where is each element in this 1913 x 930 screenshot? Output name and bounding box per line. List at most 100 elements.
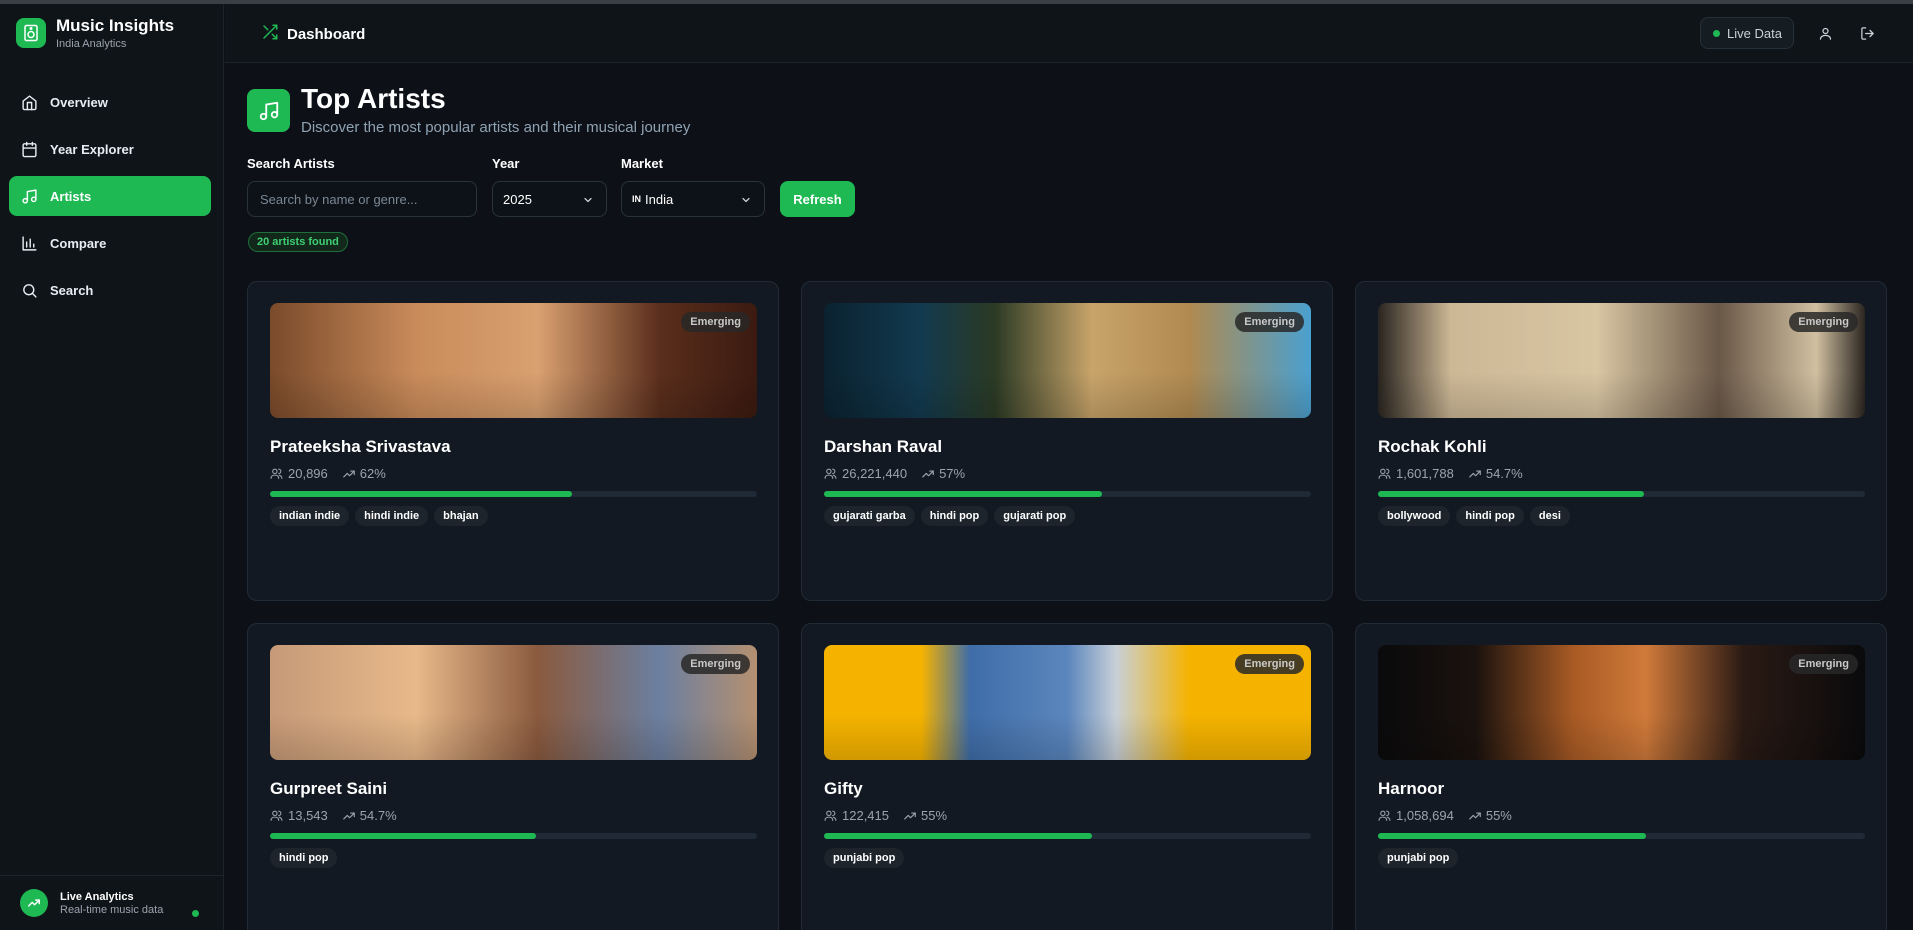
user-icon[interactable] [1816, 24, 1834, 42]
music-note-icon [20, 187, 38, 205]
popularity-bar [824, 491, 1311, 497]
genre-tags: gujarati garba hindi pop gujarati pop [824, 506, 1081, 526]
popularity-bar-fill [1378, 491, 1645, 497]
emerging-badge: Emerging [681, 654, 750, 674]
chevron-down-icon [582, 194, 594, 209]
genre-tag[interactable]: hindi indie [355, 506, 429, 526]
genre-tag[interactable]: punjabi pop [824, 848, 905, 868]
followers-count: 13,543 [288, 808, 328, 823]
genre-tag[interactable]: gujarati garba [824, 506, 915, 526]
genre-tag[interactable]: punjabi pop [1378, 848, 1459, 868]
live-data-indicator[interactable]: Live Data [1700, 17, 1794, 49]
sidebar-item-compare[interactable]: Compare [9, 223, 211, 263]
artist-stats: 20,896 62% [270, 466, 386, 481]
emerging-badge: Emerging [1789, 654, 1858, 674]
sidebar-item-overview[interactable]: Overview [9, 82, 211, 122]
genre-tag[interactable]: desi [1529, 506, 1570, 526]
artist-stats: 1,601,788 54.7% [1378, 466, 1523, 481]
market-flag: IN [632, 194, 641, 204]
market-label: Market [621, 156, 663, 171]
artist-image: Emerging [824, 303, 1311, 418]
artist-name[interactable]: Gurpreet Saini [270, 779, 387, 799]
users-icon [824, 467, 838, 481]
genre-tag[interactable]: hindi pop [270, 848, 338, 868]
artist-stats: 122,415 55% [824, 808, 947, 823]
artist-name[interactable]: Harnoor [1378, 779, 1444, 799]
artist-card[interactable]: Emerging Harnoor 1,058,694 55% punjabi pop [1355, 623, 1887, 930]
popularity-bar-fill [270, 833, 537, 839]
genre-tag[interactable]: indian indie [270, 506, 350, 526]
artist-image: Emerging [1378, 645, 1865, 760]
app-title: Music Insights [56, 16, 175, 35]
live-label: Live Data [1727, 25, 1782, 41]
sidebar-nav: Overview Year Explorer Artists Compare S… [9, 82, 211, 317]
search-label: Search Artists [247, 156, 335, 171]
artist-name[interactable]: Rochak Kohli [1378, 437, 1487, 457]
genre-tags: indian indie hindi indie bhajan [270, 506, 494, 526]
bar-chart-icon [20, 234, 38, 252]
genre-tag[interactable]: hindi pop [1456, 506, 1524, 526]
popularity-bar [1378, 491, 1865, 497]
year-select[interactable]: 2025 [492, 181, 607, 217]
results-count-badge: 20 artists found [248, 232, 348, 252]
footer-title: Live Analytics [60, 890, 134, 903]
trending-up-icon [1468, 809, 1482, 823]
header-breadcrumb: Dashboard [261, 23, 365, 46]
sidebar-item-label: Year Explorer [50, 141, 134, 157]
sidebar-item-year-explorer[interactable]: Year Explorer [9, 129, 211, 169]
artist-name[interactable]: Darshan Raval [824, 437, 942, 457]
followers-count: 1,058,694 [1396, 808, 1454, 823]
artist-name[interactable]: Prateeksha Srivastava [270, 437, 451, 457]
artist-card[interactable]: Emerging Rochak Kohli 1,601,788 54.7% bollyw… [1355, 281, 1887, 601]
logout-icon[interactable] [1858, 24, 1876, 42]
artist-image: Emerging [270, 645, 757, 760]
page-title: Top Artists [301, 83, 446, 114]
year-label: Year [492, 156, 520, 171]
popularity-bar-fill [1378, 833, 1646, 839]
trending-up-icon [1468, 467, 1482, 481]
live-dot [1713, 29, 1720, 37]
emerging-badge: Emerging [1235, 654, 1304, 674]
refresh-button[interactable]: Refresh [780, 181, 855, 217]
sidebar-item-artists[interactable]: Artists [9, 176, 211, 216]
artist-card[interactable]: Emerging Darshan Raval 26,221,440 57% gujara… [801, 281, 1333, 601]
live-analytics-footer: Live Analytics Real-time music data [0, 875, 224, 930]
genre-tag[interactable]: bhajan [434, 506, 488, 526]
genre-tags: hindi pop [270, 848, 343, 868]
artist-stats: 26,221,440 57% [824, 466, 965, 481]
artist-card[interactable]: Emerging Gifty 122,415 55% punjabi pop [801, 623, 1333, 930]
artist-image: Emerging [270, 303, 757, 418]
shuffle-icon [261, 23, 279, 46]
search-input[interactable] [247, 181, 477, 217]
genre-tags: bollywood hindi pop desi [1378, 506, 1576, 526]
market-value: India [645, 191, 674, 207]
speaker-icon [16, 18, 46, 48]
emerging-badge: Emerging [1789, 312, 1858, 332]
genre-tag[interactable]: gujarati pop [994, 506, 1076, 526]
popularity-value: 57% [939, 466, 966, 481]
brand[interactable]: Music Insights India Analytics [16, 16, 174, 50]
top-header: Dashboard Live Data [225, 4, 1913, 63]
popularity-bar-fill [824, 833, 1092, 839]
artist-card[interactable]: Emerging Prateeksha Srivastava 20,896 62% in… [247, 281, 779, 601]
page-subtitle: Discover the most popular artists and th… [301, 119, 691, 136]
genre-tags: punjabi pop [1378, 848, 1464, 868]
popularity-value: 62% [359, 466, 386, 481]
popularity-bar [1378, 833, 1865, 839]
artist-card[interactable]: Emerging Gurpreet Saini 13,543 54.7% hindi p… [247, 623, 779, 930]
home-icon [20, 93, 38, 111]
artist-name[interactable]: Gifty [824, 779, 863, 799]
sidebar-item-search[interactable]: Search [9, 270, 211, 310]
sidebar-item-label: Compare [50, 235, 107, 251]
trending-up-icon [921, 467, 935, 481]
popularity-bar [270, 833, 757, 839]
popularity-bar-fill [270, 491, 572, 497]
app-subtitle: India Analytics [56, 38, 127, 50]
music-note-icon [247, 89, 290, 132]
market-select[interactable]: IN India [621, 181, 765, 217]
trending-up-icon [342, 467, 356, 481]
users-icon [1378, 467, 1392, 481]
genre-tag[interactable]: bollywood [1378, 506, 1451, 526]
users-icon [1378, 809, 1392, 823]
genre-tag[interactable]: hindi pop [920, 506, 989, 526]
